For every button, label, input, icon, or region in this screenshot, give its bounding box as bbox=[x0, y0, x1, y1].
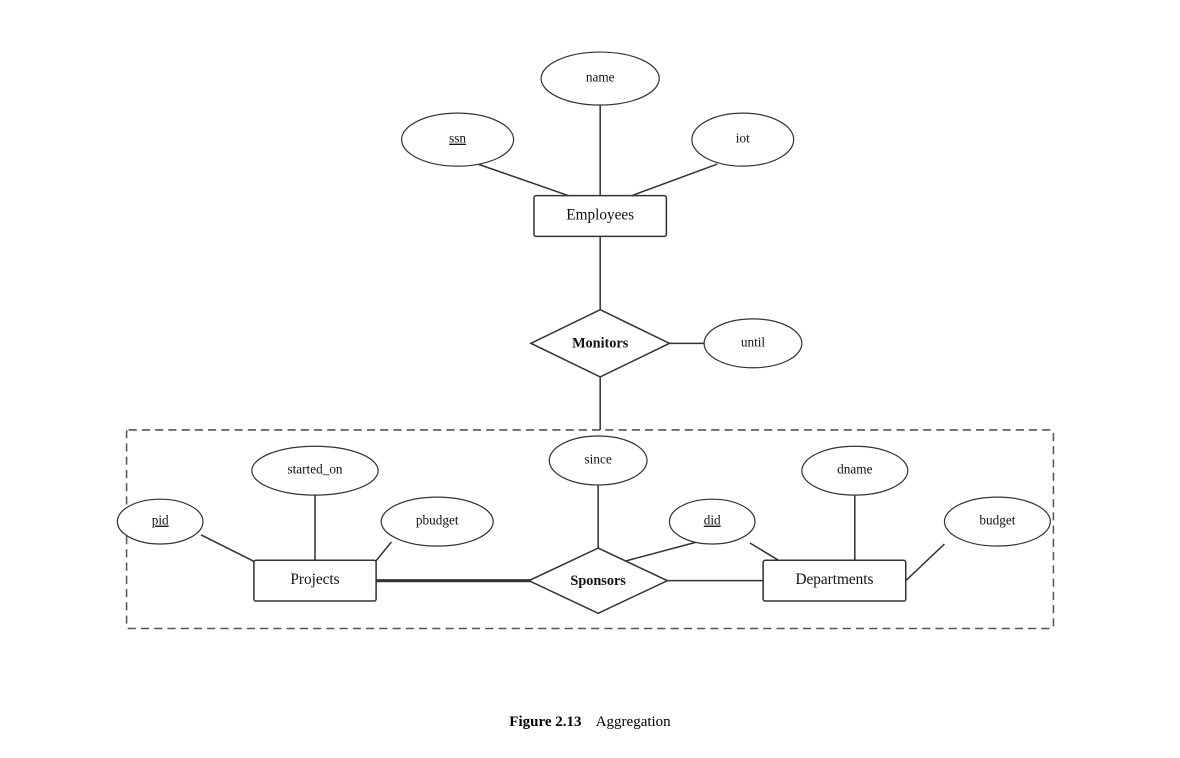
entity-employees-label: Employees bbox=[566, 207, 634, 224]
attr-pid-label: pid bbox=[152, 513, 169, 528]
entity-projects-label: Projects bbox=[290, 571, 339, 588]
attr-budget-label: budget bbox=[979, 513, 1015, 528]
attr-did-label: did bbox=[704, 513, 721, 528]
entity-departments-label: Departments bbox=[795, 571, 873, 588]
diagram-container: name ssn iot Employees Monitors until pi… bbox=[40, 19, 1140, 739]
attr-pbudget-label: pbudget bbox=[416, 513, 459, 528]
attr-dname-label: dname bbox=[837, 462, 872, 477]
attr-until-label: until bbox=[741, 334, 766, 349]
attr-since-label: since bbox=[585, 452, 612, 467]
figure-caption-text: Aggregation bbox=[596, 714, 671, 730]
attr-ssn-label: ssn bbox=[449, 131, 466, 146]
figure-number: Figure 2.13 bbox=[509, 714, 581, 730]
rel-sponsors-label: Sponsors bbox=[570, 573, 626, 589]
figure-caption: Figure 2.13 Aggregation bbox=[40, 714, 1140, 731]
attr-name-label: name bbox=[586, 70, 615, 85]
attr-iot-label: iot bbox=[736, 131, 750, 146]
rel-monitors-label: Monitors bbox=[572, 336, 629, 352]
attr-started-on-label: started_on bbox=[287, 462, 343, 477]
